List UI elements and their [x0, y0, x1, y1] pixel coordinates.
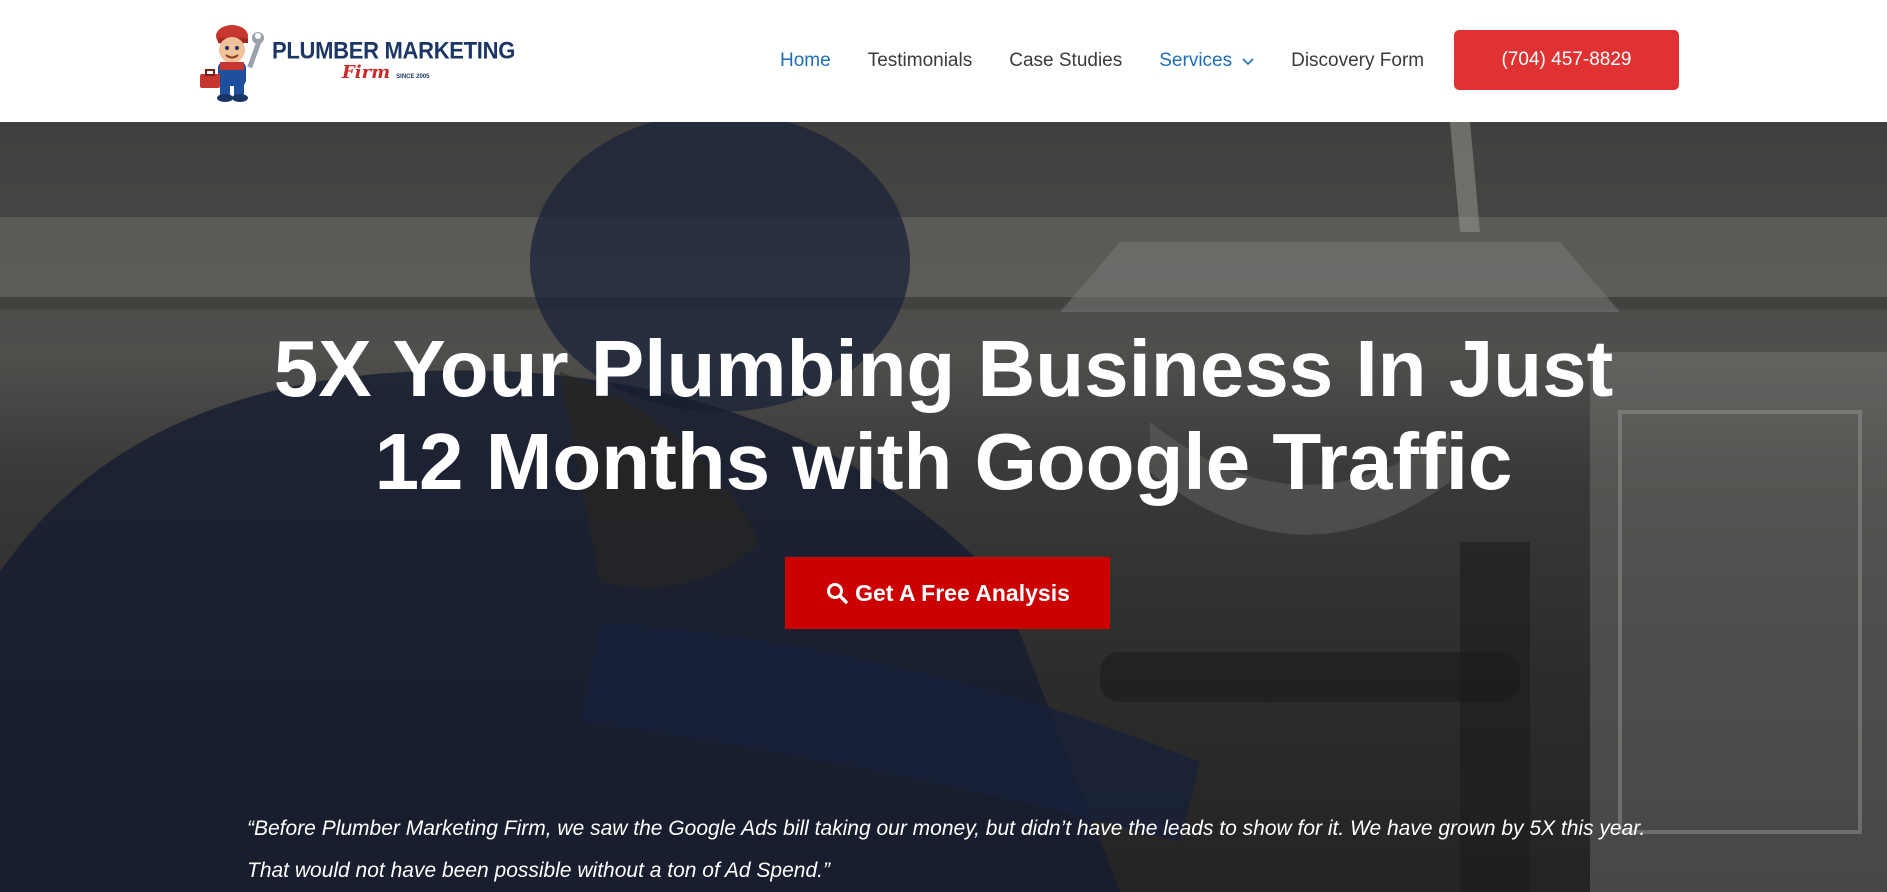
nav-discovery-form[interactable]: Discovery Form	[1291, 50, 1424, 72]
site-logo[interactable]: PLUMBER MARKETING Firm SINCE 2005	[198, 18, 515, 104]
logo-line-1: PLUMBER MARKETING	[272, 36, 516, 65]
nav-testimonials[interactable]: Testimonials	[868, 50, 973, 72]
logo-line-2-wrap: Firm SINCE 2005	[342, 64, 515, 82]
free-analysis-label: Get A Free Analysis	[855, 579, 1070, 606]
testimonial-quote: “Before Plumber Marketing Firm, we saw t…	[247, 817, 1646, 882]
main-nav: Home Testimonials Case Studies Services …	[780, 0, 1461, 122]
nav-services-label: Services	[1159, 50, 1233, 71]
logo-since: SINCE 2005	[396, 74, 430, 80]
chevron-down-icon	[1242, 58, 1254, 66]
hero-section: 5X Your Plumbing Business In Just 12 Mon…	[0, 122, 1887, 892]
phone-call-button[interactable]: (704) 457-8829	[1454, 30, 1679, 90]
search-icon	[827, 583, 848, 604]
nav-services[interactable]: Services	[1159, 50, 1254, 72]
nav-case-studies[interactable]: Case Studies	[1009, 50, 1122, 72]
logo-line-2: Firm	[342, 62, 391, 83]
logo-wordmark: PLUMBER MARKETING Firm SINCE 2005	[272, 36, 516, 82]
free-analysis-button[interactable]: Get A Free Analysis	[785, 557, 1110, 629]
nav-home[interactable]: Home	[780, 50, 831, 72]
site-header: PLUMBER MARKETING Firm SINCE 2005 Home T…	[0, 0, 1887, 122]
plumber-mascot-icon	[200, 25, 264, 102]
hero-title: 5X Your Plumbing Business In Just 12 Mon…	[0, 322, 1887, 508]
hero-title-line-2: 12 Months with Google Traffic	[374, 417, 1513, 506]
hero-title-line-1: 5X Your Plumbing Business In Just	[273, 324, 1614, 413]
